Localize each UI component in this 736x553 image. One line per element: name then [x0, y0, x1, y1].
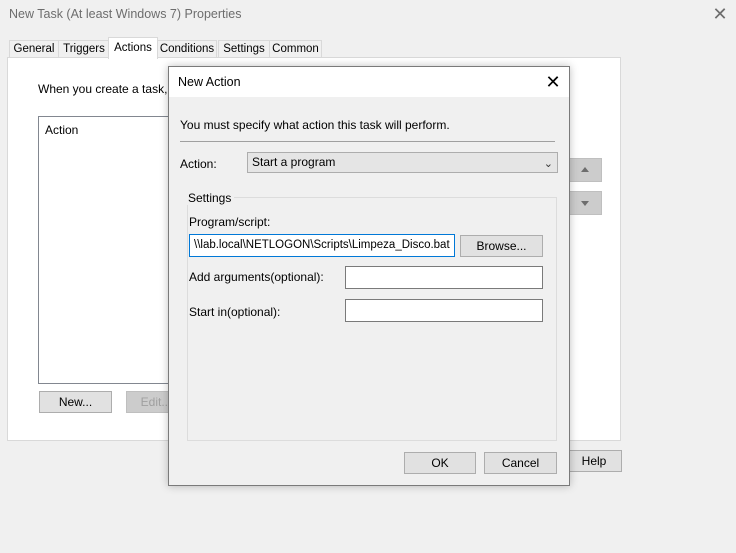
start-in-input[interactable] [345, 299, 543, 322]
dialog-instruction: You must specify what action this task w… [180, 118, 450, 132]
cancel-button[interactable]: Cancel [484, 452, 557, 474]
arrow-up-icon [581, 167, 589, 172]
chevron-down-icon: ⌄ [543, 158, 553, 170]
move-down-button[interactable] [566, 191, 602, 215]
program-script-label: Program/script: [189, 215, 271, 229]
settings-group-legend: Settings [185, 191, 235, 205]
new-action-dialog: New Action ✕ You must specify what actio… [168, 66, 570, 486]
new-action-button[interactable]: New... [39, 391, 112, 413]
browse-button[interactable]: Browse... [460, 235, 543, 257]
actions-list[interactable] [38, 116, 180, 384]
divider [180, 141, 555, 142]
actions-intro-text: When you create a task, yo [38, 82, 184, 96]
start-in-label: Start in(optional): [189, 305, 281, 319]
dialog-title: New Action [178, 75, 241, 89]
close-icon[interactable]: ✕ [541, 71, 565, 93]
ok-button[interactable]: OK [404, 452, 476, 474]
tab-common[interactable]: Common [269, 40, 322, 58]
tab-general[interactable]: General [9, 40, 59, 58]
move-up-button[interactable] [566, 158, 602, 182]
tab-conditions[interactable]: Conditions [157, 40, 217, 58]
tab-triggers[interactable]: Triggers [58, 40, 110, 58]
arguments-input[interactable] [345, 266, 543, 289]
arguments-label: Add arguments(optional): [189, 270, 324, 284]
action-label: Action: [180, 157, 217, 171]
action-select-value: Start a program [252, 155, 336, 169]
arrow-down-icon [581, 201, 589, 206]
action-column-header[interactable]: Action [45, 123, 78, 137]
tab-actions[interactable]: Actions [108, 37, 158, 59]
close-icon[interactable]: ✕ [707, 2, 733, 26]
tab-settings[interactable]: Settings [218, 40, 270, 58]
help-button[interactable]: Help [566, 450, 622, 472]
program-script-input[interactable]: \\lab.local\NETLOGON\Scripts\Limpeza_Dis… [189, 234, 455, 257]
action-select[interactable]: Start a program ⌄ [247, 152, 558, 173]
window-title: New Task (At least Windows 7) Properties [9, 7, 242, 21]
